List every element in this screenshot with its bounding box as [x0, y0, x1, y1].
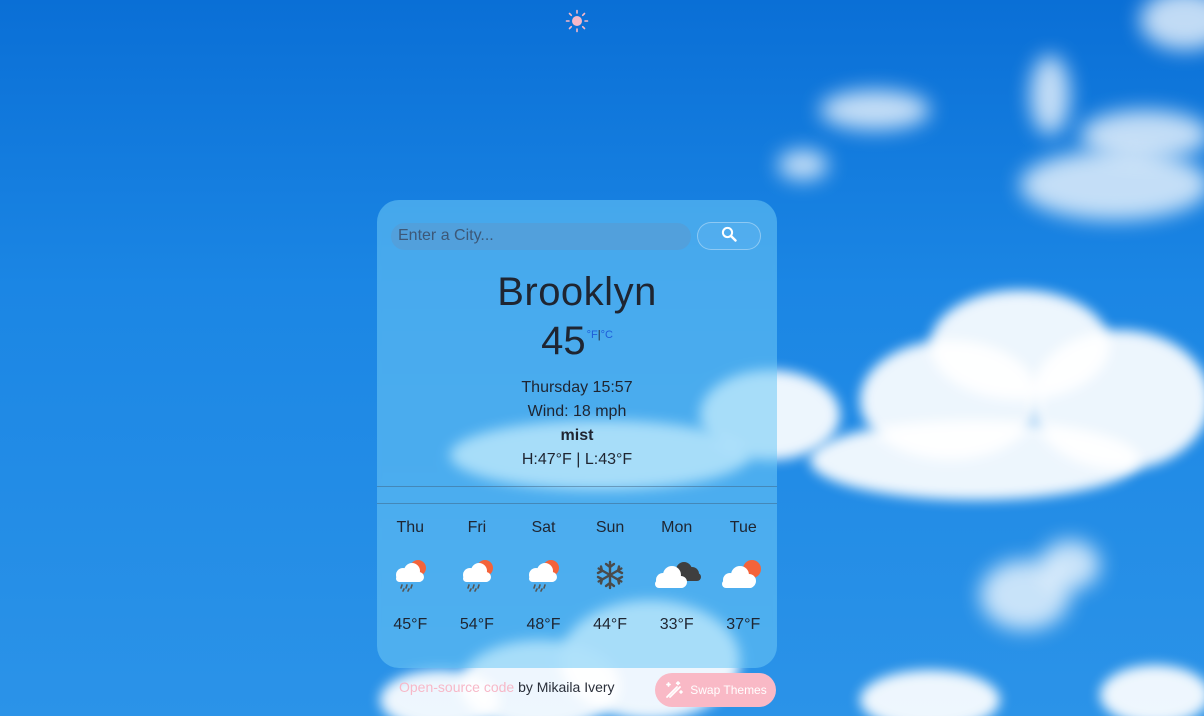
rain-cloud-sun-icon [444, 555, 511, 595]
weather-card: Brooklyn 45 °F|°C Thursday 15:57 Wind: 1… [377, 200, 777, 668]
forecast-day-name: Thu [396, 519, 425, 536]
weather-details: Thursday 15:57 Wind: 18 mph mist H:47°F … [377, 376, 777, 472]
forecast-day: Tue 37°F [710, 518, 777, 634]
forecast-day: Mon 33°F [643, 518, 710, 634]
forecast-temp: 44°F [593, 616, 628, 633]
search-form [391, 222, 761, 250]
forecast-temp: 45°F [393, 616, 428, 633]
forecast-temp: 48°F [526, 616, 561, 633]
forecast-day: Sat 48°F [510, 518, 577, 634]
city-search-input[interactable] [391, 222, 691, 250]
forecast-temp: 37°F [726, 616, 761, 633]
search-button[interactable] [697, 222, 761, 250]
author-byline: by Mikaila Ivery [514, 679, 615, 695]
divider [377, 486, 777, 487]
rain-cloud-sun-icon [377, 555, 444, 595]
forecast-day: Fri 54°F [444, 518, 511, 634]
forecast-day-name: Sun [595, 519, 625, 536]
forecast-day: Sun 44°F [577, 518, 644, 634]
swap-themes-label: Swap Themes [690, 683, 767, 697]
temperature-row: 45 °F|°C [377, 318, 777, 364]
forecast-day-name: Mon [661, 519, 693, 536]
forecast-row: Thu 45°F Fri 54°F Sat 48°F Sun 44°F Mon … [377, 518, 777, 634]
wind-speed: Wind: 18 mph [527, 403, 627, 420]
forecast-day-name: Fri [467, 519, 487, 536]
footer-credit: Open-source code by Mikaila Ivery [399, 679, 615, 695]
forecast-temp: 33°F [659, 616, 694, 633]
weather-description: mist [560, 427, 594, 444]
search-icon [721, 226, 737, 247]
fahrenheit-link[interactable]: °F [587, 329, 598, 341]
high-low: H:47°F | L:43°F [521, 451, 633, 468]
source-code-link[interactable]: Open-source code [399, 679, 514, 695]
current-temperature: 45 [541, 319, 586, 363]
rain-cloud-sun-icon [510, 555, 577, 595]
forecast-day: Thu 45°F [377, 518, 444, 634]
snowflake-icon [577, 555, 644, 595]
date-time: Thursday 15:57 [521, 379, 633, 396]
city-name: Brooklyn [497, 270, 657, 314]
celsius-link[interactable]: °C [601, 329, 613, 341]
forecast-day-name: Tue [729, 519, 757, 536]
clouds-icon [643, 555, 710, 595]
theme-toggle-sun-icon[interactable] [565, 9, 589, 33]
swap-themes-button[interactable]: Swap Themes [655, 673, 776, 707]
forecast-temp: 54°F [459, 616, 494, 633]
cloud-sun-icon [710, 555, 777, 595]
magic-wand-icon [664, 680, 684, 700]
divider [377, 503, 777, 504]
unit-switcher: °F|°C [587, 329, 613, 341]
forecast-day-name: Sat [531, 519, 556, 536]
